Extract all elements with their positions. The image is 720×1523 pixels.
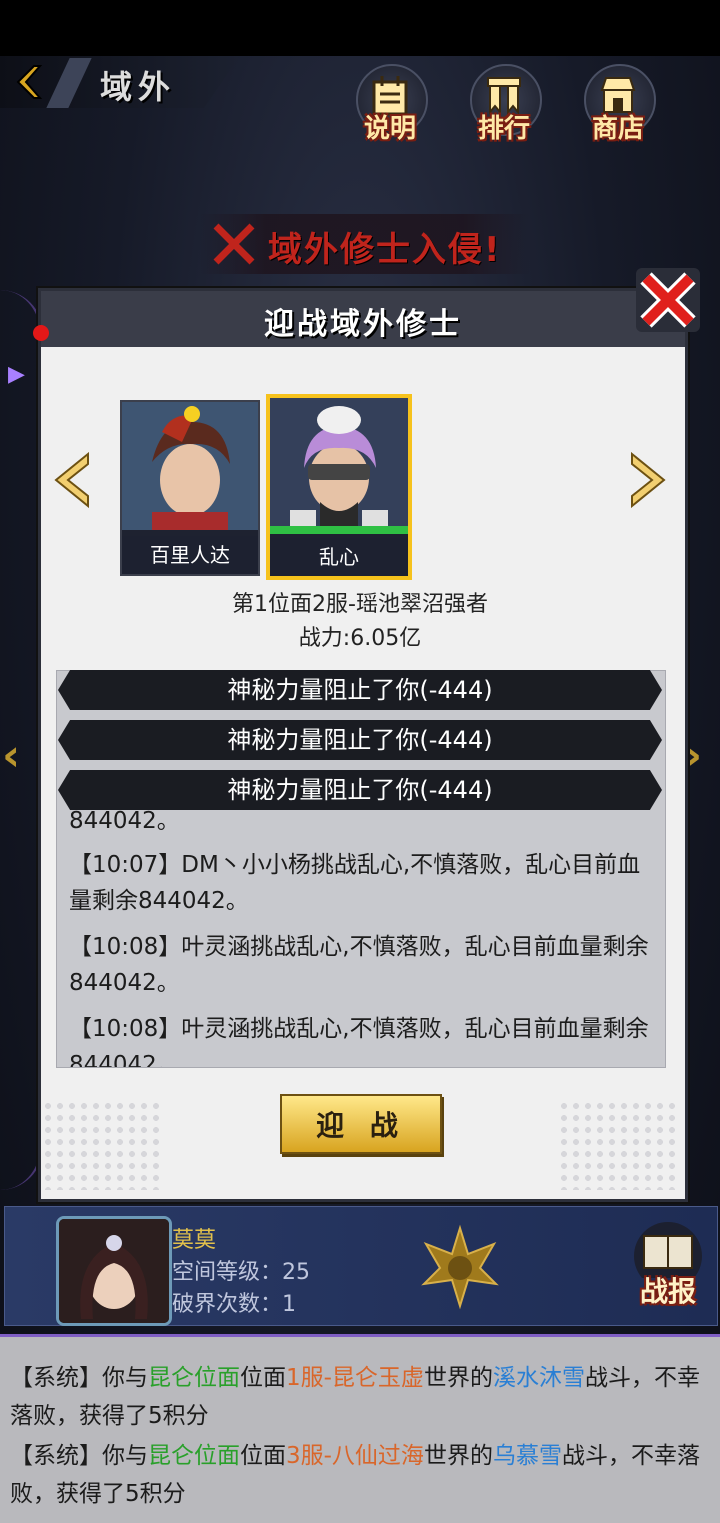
hp-bar-fill xyxy=(270,526,408,534)
side-expand-icon[interactable]: ▶ xyxy=(8,362,25,387)
character-name: 百里人达 xyxy=(122,536,258,574)
shop-label: 商店 xyxy=(591,114,644,144)
battle-report-label: 战报 xyxy=(639,1275,696,1308)
decorative-dots xyxy=(42,1100,162,1190)
log-entry: 【10:07】DM丶小小杨挑战乱心,不慎落败，乱心目前血量剩余844042。 xyxy=(69,852,641,914)
character-card-2[interactable]: 乱心 xyxy=(266,394,412,580)
log-entry: 【10:08】叶灵涵挑战乱心,不慎落败，乱心目前血量剩余844042。 xyxy=(69,1016,649,1068)
ranking-button[interactable]: 排行 xyxy=(464,64,544,150)
instructions-button[interactable]: 说明 xyxy=(350,64,430,150)
server-link[interactable]: 1服-昆仑玉虚 xyxy=(286,1365,424,1391)
log-entry: 【10:08】叶灵涵挑战乱心,不慎落败，乱心目前血量剩余844042。 xyxy=(69,934,649,996)
player-level: 空间等级：25 xyxy=(172,1260,310,1285)
chat-line: 【系统】你与昆仑位面位面1服-昆仑玉虚世界的溪水沐雪战斗，不幸落败，获得了5积分 xyxy=(10,1365,700,1429)
enemy-link[interactable]: 乌慕雪 xyxy=(493,1443,562,1469)
edge-left-icon: ‹ xyxy=(2,730,21,781)
masked-villain-portrait-icon xyxy=(270,398,408,526)
enemy-server-text: 第1位面2服-瑶池翠沼强者 xyxy=(232,592,488,617)
server-link[interactable]: 3服-八仙过海 xyxy=(286,1443,424,1469)
enemy-link[interactable]: 溪水沐雪 xyxy=(493,1365,585,1391)
character-portrait xyxy=(122,402,258,530)
page-title: 域外 xyxy=(100,68,177,106)
modal-title: 迎战域外修士 xyxy=(264,307,462,342)
player-name: 莫莫 xyxy=(172,1228,217,1253)
alert-toast: 神秘力量阻止了你(-444) xyxy=(58,770,662,810)
status-bar xyxy=(0,0,720,56)
decorative-dots xyxy=(558,1100,678,1190)
fight-button-label: 迎 战 xyxy=(316,1109,406,1142)
crossed-swords-icon xyxy=(213,223,255,265)
player-portrait-icon xyxy=(59,1219,169,1323)
chevron-left-icon xyxy=(16,65,43,99)
invasion-banner-text: 域外修士入侵! xyxy=(268,230,502,270)
character-portrait xyxy=(270,398,408,526)
fight-button[interactable]: 迎 战 xyxy=(280,1094,442,1154)
plane-link[interactable]: 昆仑位面 xyxy=(148,1443,240,1469)
character-name: 乱心 xyxy=(270,538,408,576)
plane-link[interactable]: 昆仑位面 xyxy=(148,1365,240,1391)
chevron-right-icon[interactable] xyxy=(628,452,668,508)
lotus-emblem-icon xyxy=(421,1224,499,1310)
system-chat[interactable]: 【系统】你与昆仑位面位面1服-昆仑玉虚世界的溪水沐雪战斗，不幸落败，获得了5积分… xyxy=(0,1334,720,1523)
battle-report-button[interactable]: 战报 xyxy=(626,1222,710,1314)
modal-header: 迎战域外修士 xyxy=(41,291,685,347)
back-button[interactable] xyxy=(8,62,48,102)
chat-line: 【系统】你与昆仑位面位面3服-八仙过海世界的乌慕雪战斗，不幸落败，获得了5积分 xyxy=(10,1443,700,1507)
alert-toast: 神秘力量阻止了你(-444) xyxy=(58,670,662,710)
ranking-label: 排行 xyxy=(477,114,530,144)
instructions-label: 说明 xyxy=(363,114,416,144)
shop-button[interactable]: 商店 xyxy=(578,64,658,150)
notification-dot xyxy=(33,325,49,341)
close-icon[interactable] xyxy=(630,262,706,338)
player-break-count: 破界次数：1 xyxy=(172,1292,296,1317)
warrior-portrait-icon xyxy=(122,402,258,530)
character-card-1[interactable]: 百里人达 xyxy=(120,400,260,576)
enemy-power-text: 战力:6.05亿 xyxy=(298,626,422,651)
hp-bar xyxy=(270,526,408,534)
alert-toast: 神秘力量阻止了你(-444) xyxy=(58,720,662,760)
chevron-left-icon[interactable] xyxy=(52,452,92,508)
avatar[interactable] xyxy=(56,1216,172,1326)
